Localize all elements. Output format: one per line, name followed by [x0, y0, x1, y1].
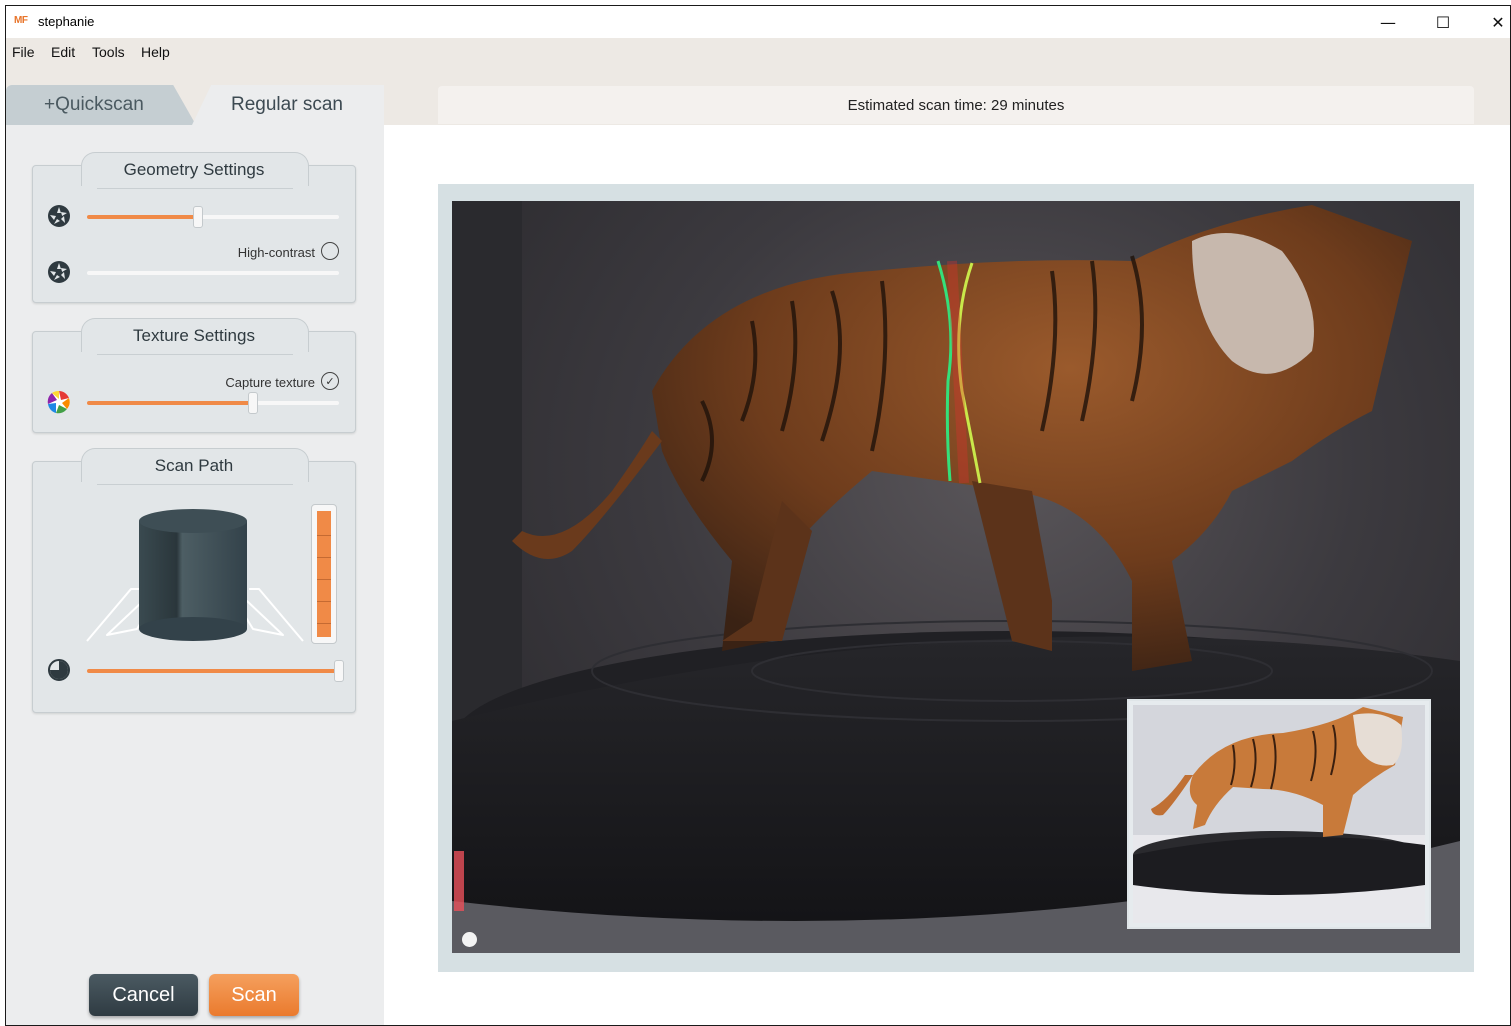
- estimated-scan-time: Estimated scan time: 29 minutes: [847, 97, 1065, 114]
- menu-file[interactable]: File: [12, 44, 35, 60]
- tab-quickscan[interactable]: +Quickscan: [6, 85, 196, 125]
- preview-image: [1133, 705, 1425, 923]
- divider: [97, 354, 293, 355]
- slider-fill: [87, 401, 254, 405]
- slider-tick: [317, 535, 331, 536]
- menu-bar: File Edit Tools Help: [6, 38, 1510, 85]
- vertical-range-slider[interactable]: [311, 504, 337, 644]
- window-title: stephanie: [38, 14, 95, 29]
- rotation-slider[interactable]: [87, 660, 344, 682]
- slider-tick: [317, 557, 331, 558]
- high-contrast-label: High-contrast: [237, 245, 315, 260]
- divider: [97, 188, 293, 189]
- slider-thumb[interactable]: [192, 206, 203, 228]
- app-window: MF stephanie — ☐ ✕ File Edit Tools Help …: [5, 5, 1511, 1026]
- camera-feed[interactable]: [452, 201, 1460, 953]
- slider-fill: [87, 669, 339, 673]
- maximize-button[interactable]: ☐: [1418, 6, 1468, 38]
- tab-regular-scan[interactable]: Regular scan: [192, 85, 384, 125]
- menu-tools[interactable]: Tools: [92, 44, 125, 60]
- slider-tick: [317, 579, 331, 580]
- menu-edit[interactable]: Edit: [51, 44, 75, 60]
- tab-quickscan-label: +Quickscan: [44, 94, 144, 115]
- cancel-button[interactable]: Cancel: [89, 974, 198, 1016]
- slider-thumb[interactable]: [248, 392, 259, 414]
- camera-viewer-frame: [438, 184, 1474, 972]
- geometry-settings-panel: Geometry Settings High-contrast: [32, 152, 356, 303]
- preview-inset: [1127, 699, 1431, 929]
- vertical-slider-fill: [317, 511, 331, 637]
- slider-fill: [87, 215, 198, 219]
- texture-settings-panel: Texture Settings Capture texture ✓: [32, 318, 356, 433]
- scan-path-title: Scan Path: [154, 456, 234, 475]
- geometry-slider[interactable]: [87, 206, 339, 228]
- capture-texture-label: Capture texture: [225, 375, 315, 390]
- aperture-icon: [48, 261, 70, 283]
- capture-texture-checkbox[interactable]: ✓: [321, 372, 339, 390]
- title-bar: MF stephanie — ☐ ✕: [6, 6, 1510, 38]
- menu-help[interactable]: Help: [141, 44, 170, 60]
- app-logo-icon: MF: [14, 15, 28, 26]
- geometry-settings-title: Geometry Settings: [123, 160, 265, 179]
- scan-button[interactable]: Scan: [209, 974, 299, 1016]
- aperture-icon: [48, 205, 70, 227]
- close-button[interactable]: ✕: [1473, 6, 1510, 38]
- rotation-pie-icon: [48, 659, 70, 681]
- estimate-bar: Estimated scan time: 29 minutes: [438, 86, 1474, 124]
- high-contrast-checkbox[interactable]: [321, 242, 339, 260]
- slider-tick: [317, 623, 331, 624]
- tab-regular-scan-label: Regular scan: [231, 94, 343, 115]
- divider: [97, 484, 293, 485]
- scan-path-cylinder-icon: [86, 509, 304, 642]
- slider-thumb[interactable]: [334, 660, 344, 682]
- color-aperture-icon: [47, 390, 70, 414]
- slider-tick: [317, 601, 331, 602]
- texture-slider[interactable]: [87, 392, 339, 414]
- record-indicator-icon: [462, 932, 477, 947]
- scan-path-panel: Scan Path: [32, 448, 356, 713]
- settings-sidebar: Geometry Settings High-contrast Texture …: [6, 125, 384, 1025]
- high-contrast-slider[interactable]: [87, 271, 339, 275]
- texture-settings-title: Texture Settings: [133, 326, 255, 345]
- minimize-button[interactable]: —: [1363, 6, 1413, 38]
